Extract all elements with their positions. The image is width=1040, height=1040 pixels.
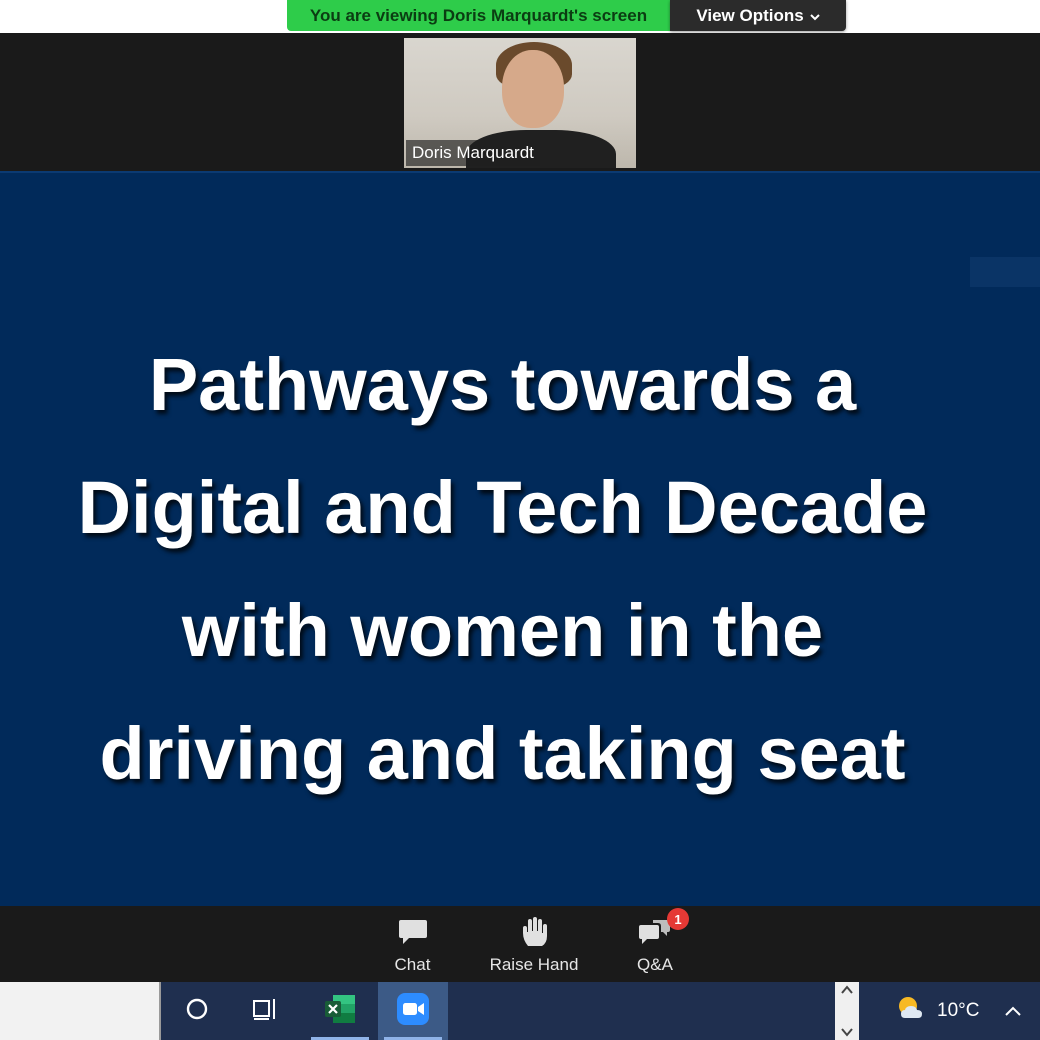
qa-notification-badge: 1 [667, 908, 689, 930]
partly-sunny-icon [895, 994, 927, 1028]
viewing-screen-text: You are viewing Doris Marquardt's screen [309, 5, 648, 25]
chevron-up-icon [1004, 1000, 1022, 1023]
cortana-button[interactable] [172, 982, 222, 1040]
zoom-taskbar-button[interactable] [378, 982, 448, 1040]
faint-overlay-box [970, 257, 1040, 287]
slide-title-line: Pathways towards a [148, 343, 857, 426]
participant-video-tile[interactable]: Doris Marquardt [404, 38, 636, 168]
chat-button[interactable]: Chat [380, 906, 445, 982]
chat-label: Chat [394, 955, 431, 974]
temperature-text: 10°C [937, 1000, 980, 1021]
cortana-icon [185, 997, 209, 1026]
shared-screen: Pathways towards a Digital and Tech Deca… [0, 171, 1040, 908]
weather-widget[interactable]: 10°C [895, 982, 979, 1040]
chat-icon [397, 914, 429, 950]
raise-hand-button[interactable]: Raise Hand [486, 906, 582, 982]
slide-title: Pathways towards a Digital and Tech Deca… [0, 323, 1005, 815]
participant-face [502, 50, 564, 128]
task-view-button[interactable] [240, 982, 290, 1040]
qa-label: Q&A [637, 955, 673, 974]
viewing-screen-banner: You are viewing Doris Marquardt's screen [287, 0, 670, 31]
qa-button[interactable]: 1 Q&A [622, 906, 689, 982]
windows-taskbar: 10°C [0, 982, 1040, 1040]
taskbar-scroll-control[interactable] [835, 982, 859, 1040]
raise-hand-icon [520, 914, 548, 950]
zoom-icon [396, 992, 430, 1031]
excel-icon [323, 993, 357, 1030]
show-hidden-icons-button[interactable] [1004, 982, 1022, 1040]
excel-taskbar-button[interactable] [305, 982, 375, 1040]
participant-name-tag: Doris Marquardt [406, 140, 540, 166]
view-options-label: View Options [696, 5, 804, 25]
qa-icon: 1 [637, 908, 689, 950]
view-options-button[interactable]: View Options [670, 0, 846, 31]
chevron-down-icon[interactable] [841, 1024, 853, 1040]
slide-title-line: Digital and Tech Decade [77, 466, 928, 549]
task-view-icon [251, 997, 279, 1026]
taskbar-search-box[interactable] [0, 982, 161, 1040]
chevron-down-icon [809, 10, 820, 24]
slide-title-line: driving and taking seat [99, 712, 906, 795]
meeting-toolbar: Chat Raise Hand 1 Q&A [0, 906, 1040, 982]
chevron-up-icon[interactable] [841, 982, 853, 998]
raise-hand-label: Raise Hand [489, 955, 579, 974]
slide-title-line: with women in the [181, 589, 824, 672]
